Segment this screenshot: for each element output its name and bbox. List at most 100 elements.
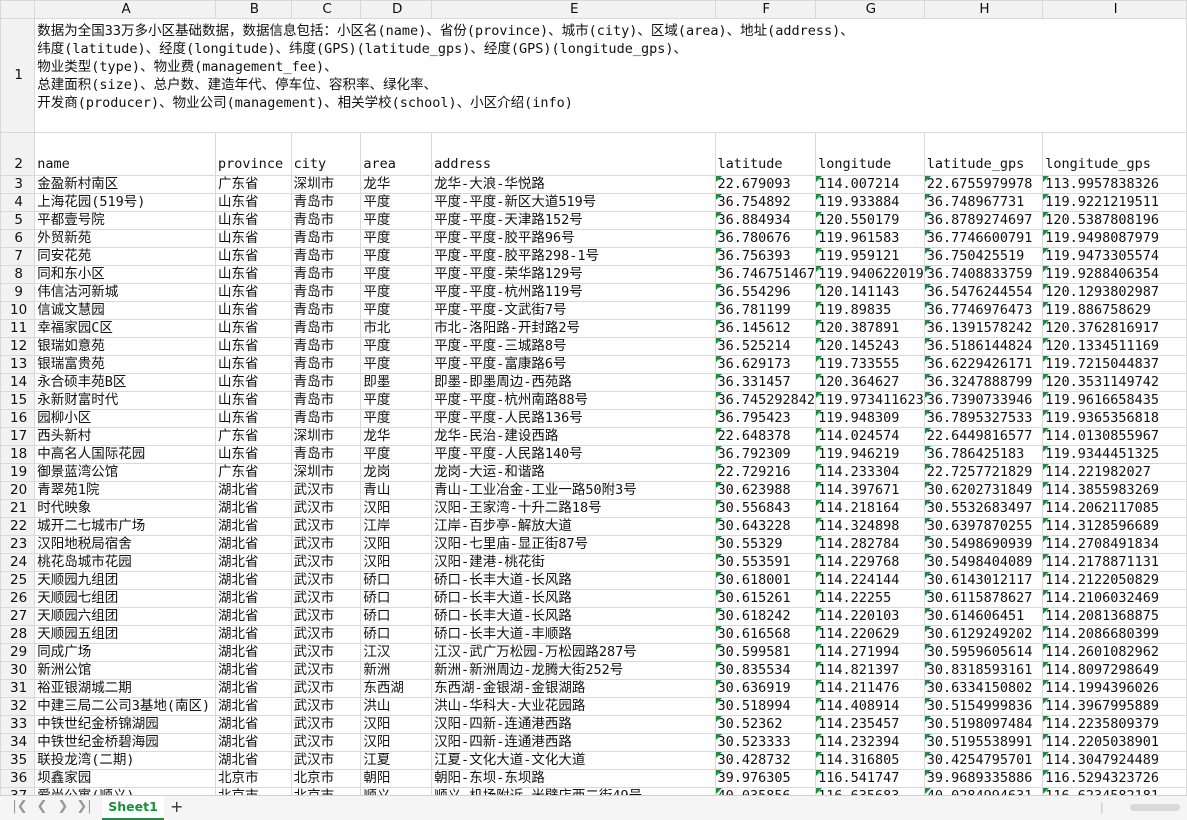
cell-latitude[interactable]: 36.746751467 [714, 265, 817, 284]
cell-address[interactable]: 平度-平度-文武街7号 [431, 301, 716, 320]
row-header[interactable]: 21 [0, 499, 36, 518]
cell-address[interactable]: 龙华-大浪-华悦路 [431, 175, 716, 194]
cell-latitude-gps[interactable]: 36.3247888799 [923, 373, 1044, 392]
cell-latitude[interactable]: 36.745292842 [714, 391, 817, 410]
cell-latitude[interactable]: 30.55329 [714, 535, 817, 554]
cell-area[interactable]: 平度 [360, 229, 433, 248]
cell-latitude-gps[interactable]: 22.6449816577 [923, 427, 1044, 446]
row-header[interactable]: 7 [0, 247, 36, 266]
cell-province[interactable]: 山东省 [215, 229, 292, 248]
cell-city[interactable]: 青岛市 [290, 319, 362, 338]
cell-address[interactable]: 汉阳-王家湾-十升二路18号 [431, 499, 716, 518]
cell-longitude-gps[interactable]: 116.6234582181 [1042, 787, 1187, 795]
cell-city[interactable]: 武汉市 [290, 517, 362, 536]
cell-province[interactable]: 山东省 [215, 247, 292, 266]
cell-province[interactable]: 湖北省 [215, 661, 292, 680]
cell-latitude-gps[interactable]: 30.614606451 [923, 607, 1044, 626]
cell-longitude-gps[interactable]: 114.2708491834 [1042, 535, 1187, 554]
cell-longitude-gps[interactable]: 120.3531149742 [1042, 373, 1187, 392]
cell-latitude-gps[interactable]: 40.0284994631 [923, 787, 1044, 795]
cell-address[interactable]: 平度-平度-杭州路119号 [431, 283, 716, 302]
cell-address[interactable]: 汉阳-七里庙-显正街87号 [431, 535, 716, 554]
cell-latitude[interactable]: 36.792309 [714, 445, 817, 464]
row-header[interactable]: 10 [0, 301, 36, 320]
cell-address[interactable]: 平度-平度-富康路6号 [431, 355, 716, 374]
cell-address[interactable]: 龙岗-大运-和谐路 [431, 463, 716, 482]
cell-latitude[interactable]: 36.145612 [714, 319, 817, 338]
cell-area[interactable]: 平度 [360, 337, 433, 356]
cell-latitude-gps[interactable]: 36.750425519 [923, 247, 1044, 266]
cell-address[interactable]: 江夏-文化大道-文化大道 [431, 751, 716, 770]
cell-longitude[interactable]: 119.940622019 [815, 265, 925, 284]
cell-address[interactable]: 平度-平度-天津路152号 [431, 211, 716, 230]
cell-longitude-gps[interactable]: 119.9473305574 [1042, 247, 1187, 266]
cell-longitude-gps[interactable]: 116.5294323726 [1042, 769, 1187, 788]
cell-province[interactable]: 山东省 [215, 265, 292, 284]
cell-longitude-gps[interactable]: 114.2062117085 [1042, 499, 1187, 518]
cell-area[interactable]: 汉阳 [360, 499, 433, 518]
cell-city[interactable]: 武汉市 [290, 481, 362, 500]
cell-longitude-gps[interactable]: 114.1994396026 [1042, 679, 1187, 698]
column-header-g[interactable]: G [815, 0, 925, 19]
cell-latitude[interactable]: 36.781199 [714, 301, 817, 320]
cell-address[interactable]: 青山-工业冶金-工业一路50附3号 [431, 481, 716, 500]
cell-latitude-gps[interactable]: 36.7408833759 [923, 265, 1044, 284]
cell-province[interactable]: 山东省 [215, 283, 292, 302]
cell-province[interactable]: 山东省 [215, 373, 292, 392]
cell-longitude-gps[interactable]: 114.2106032469 [1042, 589, 1187, 608]
cell-area[interactable]: 硚口 [360, 607, 433, 626]
cell-name[interactable]: 同成广场 [34, 643, 217, 662]
cell-address[interactable]: 平度-平度-胶平路96号 [431, 229, 716, 248]
cell-province[interactable]: 湖北省 [215, 589, 292, 608]
cell-area[interactable]: 顺义 [360, 787, 433, 795]
cell-area[interactable]: 青山 [360, 481, 433, 500]
cell-city[interactable]: 武汉市 [290, 733, 362, 752]
cell-province[interactable]: 山东省 [215, 409, 292, 428]
cell-latitude[interactable]: 22.648378 [714, 427, 817, 446]
cell-address[interactable]: 平度-平度-人民路136号 [431, 409, 716, 428]
cell-city[interactable]: 深圳市 [290, 427, 362, 446]
cell-province[interactable]: 山东省 [215, 391, 292, 410]
cell-longitude-gps[interactable]: 113.9957838326 [1042, 175, 1187, 194]
cell-city[interactable]: 青岛市 [290, 193, 362, 212]
cell-province[interactable]: 湖北省 [215, 571, 292, 590]
cell-longitude[interactable]: 114.235457 [815, 715, 925, 734]
cell-longitude[interactable]: 120.145243 [815, 337, 925, 356]
cell-latitude[interactable]: 30.615261 [714, 589, 817, 608]
column-header-a[interactable]: A [34, 0, 217, 19]
cell-latitude[interactable]: 30.556843 [714, 499, 817, 518]
cell-longitude[interactable]: 119.946219 [815, 445, 925, 464]
cell-latitude-gps[interactable]: 30.8318593161 [923, 661, 1044, 680]
cell-longitude-gps[interactable]: 120.5387808196 [1042, 211, 1187, 230]
cell-longitude-gps[interactable]: 114.2086680399 [1042, 625, 1187, 644]
cell-address[interactable]: 汉阳-四新-连通港西路 [431, 715, 716, 734]
header-cell-latitude[interactable]: latitude [714, 132, 817, 176]
cell-longitude[interactable]: 114.224144 [815, 571, 925, 590]
cell-latitude[interactable]: 30.636919 [714, 679, 817, 698]
cell-area[interactable]: 平度 [360, 193, 433, 212]
cell-name[interactable]: 信诚文慧园 [34, 301, 217, 320]
cell-area[interactable]: 即墨 [360, 373, 433, 392]
row-header[interactable]: 32 [0, 697, 36, 716]
cell-latitude-gps[interactable]: 30.5498690939 [923, 535, 1044, 554]
cell-city[interactable]: 深圳市 [290, 463, 362, 482]
cell-longitude[interactable]: 120.387891 [815, 319, 925, 338]
description-cell[interactable]: 数据为全国33万多小区基础数据，数据信息包括：小区名(name)、省份(prov… [34, 18, 1187, 133]
cell-longitude[interactable]: 114.821397 [815, 661, 925, 680]
cell-name[interactable]: 城开二七城市广场 [34, 517, 217, 536]
cell-address[interactable]: 顺义-机场附近-米壁店西二街49号 [431, 787, 716, 795]
cell-longitude-gps[interactable]: 114.2205038901 [1042, 733, 1187, 752]
row-header[interactable]: 31 [0, 679, 36, 698]
row-header[interactable]: 27 [0, 607, 36, 626]
cell-latitude[interactable]: 30.428732 [714, 751, 817, 770]
data-table[interactable]: ABCDEFGHI 1 数据为全国33万多小区基础数据，数据信息包括：小区名(n… [0, 0, 1187, 795]
cell-province[interactable]: 山东省 [215, 445, 292, 464]
cell-city[interactable]: 武汉市 [290, 553, 362, 572]
cell-address[interactable]: 江岸-百步亭-解放大道 [431, 517, 716, 536]
cell-name[interactable]: 时代映象 [34, 499, 217, 518]
cell-longitude[interactable]: 114.024574 [815, 427, 925, 446]
cell-name[interactable]: 中铁世纪金桥碧海园 [34, 733, 217, 752]
cell-city[interactable]: 青岛市 [290, 283, 362, 302]
sheet-tab-sheet1[interactable]: Sheet1 [102, 796, 164, 820]
cell-province[interactable]: 湖北省 [215, 553, 292, 572]
